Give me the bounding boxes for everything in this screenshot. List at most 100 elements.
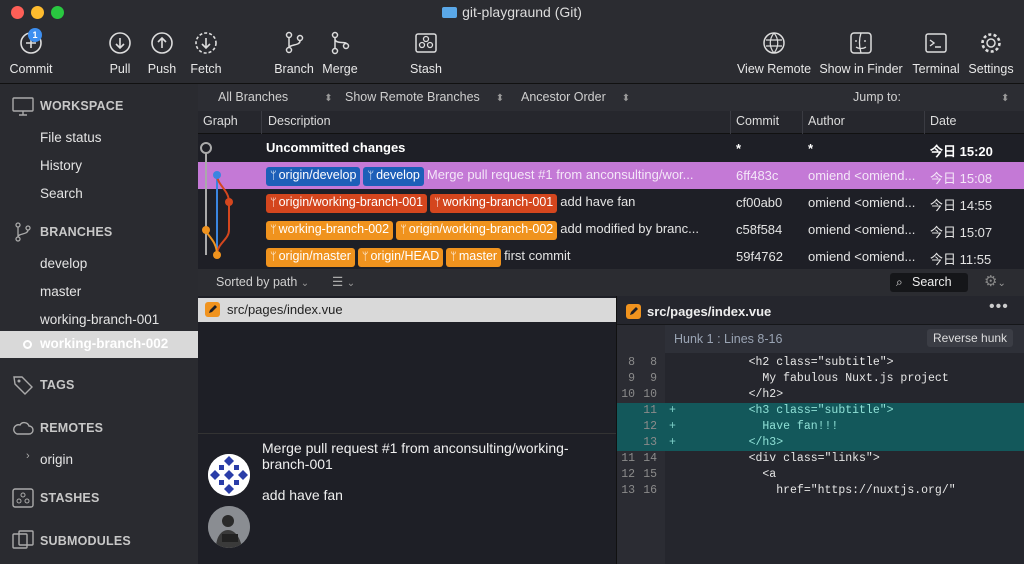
chevron-down-icon: ⌄ <box>300 278 310 289</box>
updown-chevron-icon: ⬍ <box>621 93 631 104</box>
stash-button[interactable]: Stash <box>406 30 446 76</box>
main-area: All Branches ⬍ Show Remote Branches ⬍ Ance… <box>198 84 1024 564</box>
column-divider[interactable] <box>730 111 731 134</box>
old-line-number: 8 <box>628 356 635 369</box>
sidebar-item-master[interactable]: master <box>40 284 81 299</box>
hunk-title: Hunk 1 : Lines 8-16 <box>674 332 783 346</box>
diff-sign: + <box>669 420 676 433</box>
updown-chevron-icon: ⬍ <box>324 93 333 104</box>
old-line-number: 11 <box>621 452 635 465</box>
sidebar-item-search[interactable]: Search <box>40 186 83 201</box>
description-column-header[interactable]: Description <box>268 114 331 128</box>
commit-button[interactable]: 1 Commit <box>4 28 58 76</box>
push-label: Push <box>147 62 177 76</box>
commit-date: 今日 14:55 <box>930 198 993 213</box>
file-row[interactable]: src/pages/index.vue <box>198 298 616 322</box>
jump-to[interactable]: Jump to: ⬍ <box>853 90 1009 104</box>
author-column-header[interactable]: Author <box>808 114 845 128</box>
added-line: 12 + Have fan!!! <box>617 419 1024 435</box>
sidebar-item-origin[interactable]: origin <box>40 452 73 467</box>
fetch-button[interactable]: Fetch <box>186 30 226 76</box>
sidebar-item-working-branch-002: working-branch-002 <box>40 336 169 351</box>
sidebar-item-working-branch-001[interactable]: working-branch-001 <box>40 312 159 327</box>
pull-icon <box>107 30 133 56</box>
commit-summary: Uncommitted changes <box>266 140 406 155</box>
push-button[interactable]: Push <box>144 30 180 76</box>
branch-tag[interactable]: ᛘ origin/develop <box>266 167 361 186</box>
commit-row[interactable]: ᛘ origin/working-branch-001 ᛘ working-branc… <box>198 189 1024 216</box>
chevron-right-icon[interactable]: › <box>26 450 30 462</box>
pane-divider[interactable] <box>198 433 616 434</box>
filter-bar: All Branches ⬍ Show Remote Branches ⬍ Ance… <box>198 84 1024 111</box>
merge-button[interactable]: Merge <box>320 30 360 76</box>
column-divider[interactable] <box>261 111 262 134</box>
branch-tag[interactable]: ᛘ develop <box>363 167 424 186</box>
terminal-button[interactable]: Terminal <box>910 30 962 76</box>
stash-icon <box>413 30 439 56</box>
commit-author: omiend <omiend... <box>808 249 916 264</box>
commit-row[interactable]: ᛘ working-branch-002 ᛘ origin/working-branc… <box>198 216 1024 243</box>
settings-button[interactable]: Settings <box>966 30 1016 76</box>
diff-lines: 8 8 <h2 class="subtitle"> 9 9 My fabulous N… <box>617 355 1024 505</box>
branch-tag[interactable]: ᛘ working-branch-001 <box>430 194 558 213</box>
sort-dropdown[interactable]: Sorted by path ⌄ <box>216 275 309 289</box>
modified-file-icon <box>205 302 220 317</box>
globe-icon <box>761 30 787 56</box>
sidebar-item-develop[interactable]: develop <box>40 256 87 271</box>
commit-summary: add have fan <box>560 194 636 209</box>
commit-row[interactable]: ᛘ origin/develop ᛘ develop Merge pull reques… <box>198 162 1024 189</box>
commit-graph <box>200 142 233 259</box>
code-text: <a <box>721 468 777 481</box>
selected-branch-row[interactable]: working-branch-002 <box>0 331 198 358</box>
branch-tag[interactable]: ᛘ origin/HEAD <box>357 248 444 267</box>
commit-description: ᛘ working-branch-002 ᛘ origin/working-branc… <box>266 221 728 240</box>
branch-icon: ᛘ <box>270 224 277 236</box>
workspace-title: WORKSPACE <box>40 99 124 113</box>
show-in-finder-button[interactable]: Show in Finder <box>818 30 904 76</box>
commit-description: ᛘ origin/working-branch-001 ᛘ working-branc… <box>266 194 728 213</box>
updown-chevron-icon: ⬍ <box>1000 93 1010 104</box>
branch-tag-label: working-branch-002 <box>278 222 390 236</box>
gear-icon[interactable]: ⚙⌄ <box>984 272 1006 290</box>
search-icon: ⌕ <box>896 275 903 289</box>
branch-tag[interactable]: ᛘ origin/master <box>266 248 355 267</box>
commit-message: add have fan <box>262 487 343 503</box>
commit-row[interactable]: Uncommitted changes * * 今日 15:20 <box>198 135 1024 162</box>
branch-tag[interactable]: ᛘ master <box>446 248 502 267</box>
branches-filter[interactable]: All Branches ⬍ <box>218 90 333 104</box>
new-line-number: 11 <box>643 404 657 417</box>
date-column-header[interactable]: Date <box>930 114 956 128</box>
commit-column-header[interactable]: Commit <box>736 114 779 128</box>
reverse-hunk-button[interactable]: Reverse hunk <box>927 329 1014 347</box>
branch-tag-label: develop <box>376 168 420 182</box>
push-icon <box>149 30 175 56</box>
sidebar-item-file-status[interactable]: File status <box>40 130 102 145</box>
old-line-number: 12 <box>621 468 635 481</box>
app-window: git-playgraund (Git) 1 Commit Pull Push … <box>0 0 1024 564</box>
column-divider[interactable] <box>924 111 925 134</box>
commit-summary: first commit <box>504 248 571 263</box>
old-line-number: 10 <box>621 388 635 401</box>
commit-row[interactable]: ᛘ origin/master ᛘ origin/HEAD ᛘ master first c… <box>198 243 1024 270</box>
commit-description: ᛘ origin/develop ᛘ develop Merge pull reques… <box>266 167 728 186</box>
lower-panel: Sorted by path ⌄ ☰ ⌄ ⌕ Search ⚙⌄ src/pag… <box>198 269 1024 564</box>
branch-tag[interactable]: ᛘ origin/working-branch-001 <box>266 194 428 213</box>
branch-tag[interactable]: ᛘ working-branch-002 <box>266 221 394 240</box>
order-filter[interactable]: Ancestor Order ⬍ <box>521 90 630 104</box>
pull-button[interactable]: Pull <box>102 30 138 76</box>
submodules-title: SUBMODULES <box>40 534 131 548</box>
more-options-icon[interactable]: ••• <box>989 298 1009 316</box>
hunk-header: Hunk 1 : Lines 8-16 Reverse hunk <box>665 325 1024 353</box>
submodule-icon <box>12 530 34 552</box>
search-field[interactable]: ⌕ Search <box>890 273 968 292</box>
column-divider[interactable] <box>802 111 803 134</box>
graph-column-header[interactable]: Graph <box>203 114 238 128</box>
list-view-icon[interactable]: ☰ ⌄ <box>332 274 355 289</box>
view-remote-button[interactable]: View Remote <box>736 30 812 76</box>
sidebar-item-history[interactable]: History <box>40 158 82 173</box>
branch-button[interactable]: Branch <box>272 30 316 76</box>
tag-icon <box>12 374 34 396</box>
branch-tag[interactable]: ᛘ origin/working-branch-002 <box>396 221 558 240</box>
terminal-icon <box>923 30 949 56</box>
remote-filter[interactable]: Show Remote Branches ⬍ <box>345 90 504 104</box>
